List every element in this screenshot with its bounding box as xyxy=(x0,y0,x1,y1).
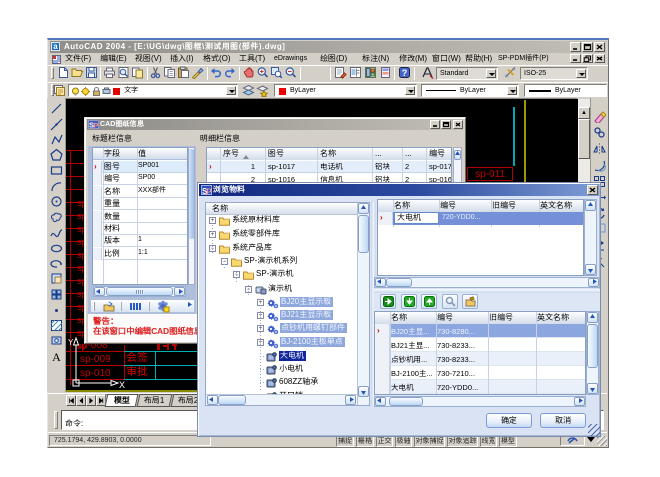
svg-text:?: ? xyxy=(402,68,408,78)
svg-text:Y: Y xyxy=(68,338,74,347)
svg-text:P: P xyxy=(93,121,98,128)
svg-text:A: A xyxy=(52,350,61,363)
svg-text:X: X xyxy=(119,380,125,390)
svg-text:P: P xyxy=(206,188,211,196)
